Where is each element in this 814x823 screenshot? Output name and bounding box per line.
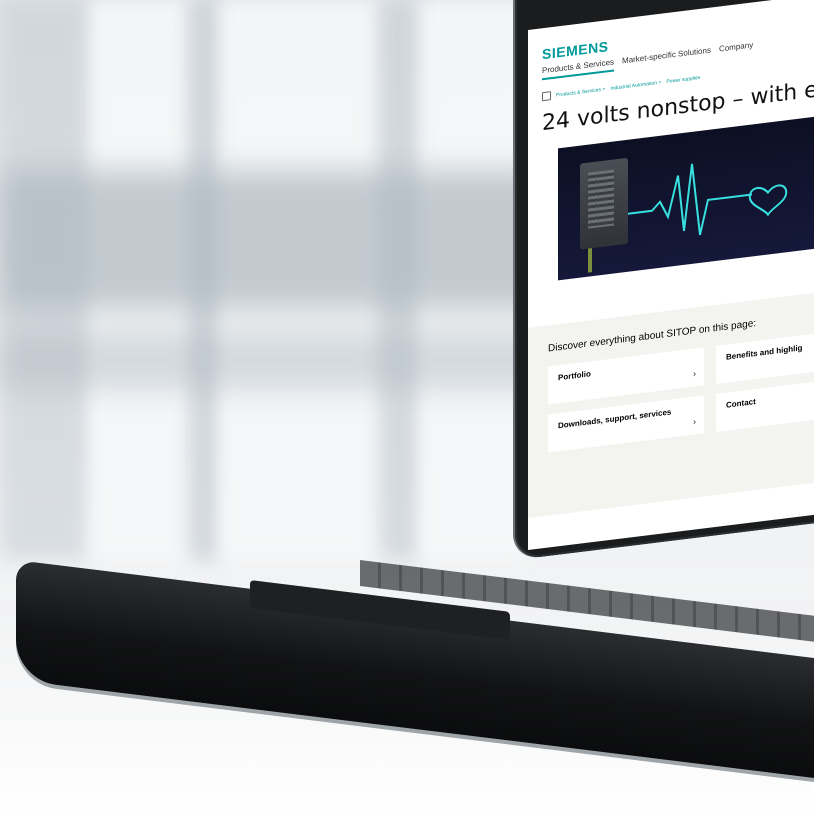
- card-label: Benefits and highlig: [726, 343, 803, 362]
- card-label: Contact: [726, 397, 756, 410]
- breadcrumb-industrial-automation[interactable]: Industrial Automation >: [610, 79, 661, 91]
- card-portfolio[interactable]: Portfolio ›: [548, 347, 704, 405]
- heart-pulse-icon: [628, 163, 788, 236]
- breadcrumb-power-supplies[interactable]: Power supplies: [666, 74, 700, 84]
- device-cable: [588, 248, 592, 273]
- power-supply-device: [580, 157, 628, 250]
- laptop: SIEMENS Products & Services Market-speci…: [0, 0, 814, 823]
- breadcrumb-products[interactable]: Products & Services >: [556, 86, 605, 98]
- pulse-line: [628, 163, 746, 236]
- laptop-base: [16, 560, 814, 791]
- card-label: Portfolio: [558, 369, 591, 383]
- card-benefits[interactable]: Benefits and highlig: [716, 326, 814, 384]
- card-downloads[interactable]: Downloads, support, services ›: [548, 395, 704, 453]
- card-label: Downloads, support, services: [558, 407, 672, 431]
- discover-section: Discover everything about SITOP on this …: [528, 276, 814, 518]
- chevron-right-icon: ›: [693, 368, 696, 379]
- pulse-connector: [746, 193, 752, 197]
- nav-company[interactable]: Company: [719, 40, 753, 58]
- laptop-screen: SIEMENS Products & Services Market-speci…: [528, 0, 814, 551]
- card-contact[interactable]: Contact: [716, 374, 814, 432]
- chevron-right-icon: ›: [693, 416, 696, 427]
- home-icon[interactable]: [542, 91, 551, 102]
- heart-shape: [748, 184, 788, 217]
